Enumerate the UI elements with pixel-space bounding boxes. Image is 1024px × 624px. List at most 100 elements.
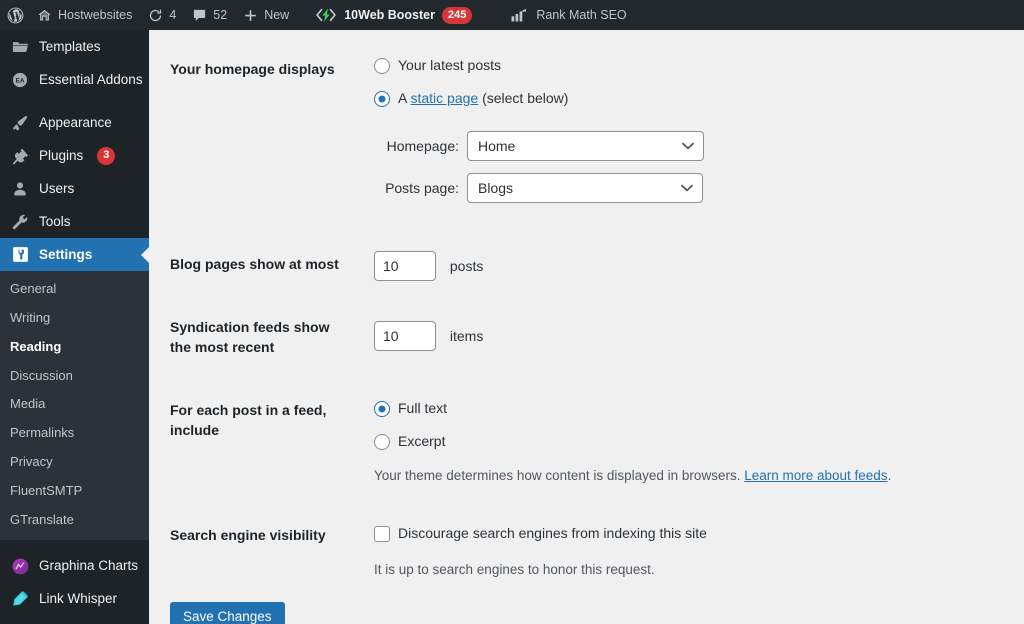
new-content-menu[interactable]: New (235, 0, 297, 30)
sidebar-item-link-whisper-label: Link Whisper (39, 591, 118, 607)
homepage-select-row: Homepage: Home (374, 131, 1014, 161)
submenu-item-writing[interactable]: Writing (0, 304, 149, 333)
user-icon (10, 179, 30, 199)
static-prefix-text: A (398, 90, 411, 106)
admin-sidebar: Templates EA Essential Addons Appearance… (0, 30, 149, 624)
bar-chart-icon (510, 8, 528, 23)
sidebar-item-essential-addons-label: Essential Addons (39, 71, 143, 87)
submenu-item-general[interactable]: General (0, 275, 149, 304)
blog-pages-input[interactable]: 10 (374, 251, 436, 281)
submenu-item-privacy[interactable]: Privacy (0, 448, 149, 477)
blog-pages-suffix: posts (449, 257, 484, 274)
submenu-item-media[interactable]: Media (0, 390, 149, 419)
posts-page-select-label: Posts page: (385, 179, 459, 196)
folder-icon (10, 37, 30, 57)
comment-bubble-icon (192, 8, 207, 23)
radio-latest-posts-control[interactable] (374, 57, 390, 74)
svg-text:EA: EA (16, 77, 25, 84)
homepage-select-value: Home (478, 137, 516, 154)
tenweb-booster-menu[interactable]: 10Web Booster 245 (307, 0, 480, 30)
radio-static-page[interactable]: A static page (select below) (374, 88, 1014, 109)
radio-latest-posts-label: Your latest posts (398, 57, 501, 73)
sidebar-item-users-label: Users (39, 180, 75, 196)
label-blog-pages: Blog pages show at most (170, 256, 339, 272)
row-search-visibility: Search engine visibility Discourage sear… (149, 501, 1024, 595)
submenu-item-reading[interactable]: Reading (0, 333, 149, 362)
static-page-selectors: Homepage: Home Posts page: Blogs (374, 131, 1014, 203)
sidebar-item-link-whisper[interactable]: Link Whisper (0, 583, 149, 616)
sidebar-item-settings-label: Settings (39, 246, 93, 262)
feed-desc-suffix: . (887, 468, 892, 484)
wordpress-logo-menu[interactable] (0, 0, 29, 30)
rank-math-seo-menu[interactable]: Rank Math SEO (502, 0, 634, 30)
radio-excerpt-control[interactable] (374, 433, 390, 450)
row-blog-pages: Blog pages show at most 10 posts (149, 230, 1024, 296)
radio-static-page-control[interactable] (374, 90, 390, 107)
plugin-plug-icon (10, 146, 30, 166)
sidebar-item-graphina-charts[interactable]: Graphina Charts (0, 550, 149, 583)
radio-excerpt-label: Excerpt (398, 433, 446, 450)
sidebar-item-templates[interactable]: Templates (0, 30, 149, 63)
posts-page-select-value: Blogs (478, 179, 514, 196)
sidebar-item-graphina-charts-label: Graphina Charts (39, 558, 139, 574)
comments-menu[interactable]: 52 (184, 0, 235, 30)
radio-full-text[interactable]: Full text (374, 398, 1014, 419)
checkbox-discourage-search[interactable]: Discourage search engines from indexing … (374, 523, 1014, 544)
sidebar-item-tools-label: Tools (39, 213, 71, 229)
search-visibility-description: It is up to search engines to honor this… (374, 562, 655, 578)
label-feed-include: For each post in a feed, include (170, 402, 327, 438)
tenweb-booster-label: 10Web Booster (344, 7, 435, 22)
radio-full-text-control[interactable] (374, 400, 390, 417)
graphina-chart-icon (10, 556, 30, 576)
paintbrush-icon (10, 113, 30, 133)
sidebar-item-appearance[interactable]: Appearance (0, 106, 149, 139)
feed-desc-prefix: Your theme determines how content is dis… (374, 468, 745, 484)
posts-page-select-row: Posts page: Blogs (374, 173, 1014, 203)
link-whisper-pen-icon (10, 589, 30, 609)
submenu-item-fluentsmtp[interactable]: FluentSMTP (0, 477, 149, 506)
sidebar-item-settings[interactable]: Settings (0, 238, 149, 271)
updates-icon (148, 8, 163, 23)
row-feed-include: For each post in a feed, include Full te… (149, 377, 1024, 501)
updates-menu[interactable]: 4 (140, 0, 184, 30)
row-syndication-feeds: Syndication feeds show the most recent 1… (149, 296, 1024, 377)
sidebar-item-essential-addons[interactable]: EA Essential Addons (0, 63, 149, 96)
radio-full-text-label: Full text (398, 400, 448, 417)
wrench-icon (10, 212, 30, 232)
submenu-item-discussion[interactable]: Discussion (0, 362, 149, 391)
sidebar-separator-1 (0, 96, 149, 106)
static-page-link[interactable]: static page (410, 90, 478, 106)
site-name-label: Hostwebsites (58, 7, 133, 22)
rank-math-seo-label: Rank Math SEO (536, 7, 627, 22)
syndication-input[interactable]: 10 (374, 321, 436, 351)
homepage-select[interactable]: Home (467, 131, 704, 161)
plus-icon (243, 8, 258, 23)
submenu-item-gtranslate[interactable]: GTranslate (0, 506, 149, 535)
lightning-bolt-icon (315, 7, 337, 23)
home-icon (37, 8, 52, 23)
site-name-menu[interactable]: Hostwebsites (29, 0, 140, 30)
sidebar-item-tools[interactable]: Tools (0, 205, 149, 238)
sidebar-item-users[interactable]: Users (0, 172, 149, 205)
new-content-label: New (264, 7, 290, 22)
tenweb-booster-badge: 245 (441, 6, 473, 24)
submenu-item-permalinks[interactable]: Permalinks (0, 419, 149, 448)
homepage-select-label: Homepage: (386, 137, 459, 154)
settings-gear-icon (10, 245, 30, 265)
label-syndication-feeds: Syndication feeds show the most recent (170, 319, 330, 355)
learn-more-feeds-link[interactable]: Learn more about feeds (744, 468, 887, 483)
wordpress-logo-icon (6, 6, 25, 25)
sidebar-separator-2 (0, 540, 149, 550)
chevron-down-icon (682, 140, 694, 152)
posts-page-select[interactable]: Blogs (467, 173, 703, 203)
feed-include-description: Your theme determines how content is dis… (374, 466, 1014, 486)
label-search-visibility: Search engine visibility (170, 527, 326, 544)
radio-latest-posts[interactable]: Your latest posts (374, 55, 1014, 76)
sidebar-item-plugins-label: Plugins (39, 147, 84, 163)
syndication-suffix: items (449, 327, 484, 344)
radio-excerpt[interactable]: Excerpt (374, 431, 1014, 452)
save-changes-button[interactable]: Save Changes (170, 601, 285, 624)
discourage-search-checkbox[interactable] (374, 525, 390, 542)
sidebar-item-plugins[interactable]: Plugins 3 (0, 139, 149, 172)
reading-settings-content: Your homepage displays Your latest posts… (149, 30, 1024, 624)
